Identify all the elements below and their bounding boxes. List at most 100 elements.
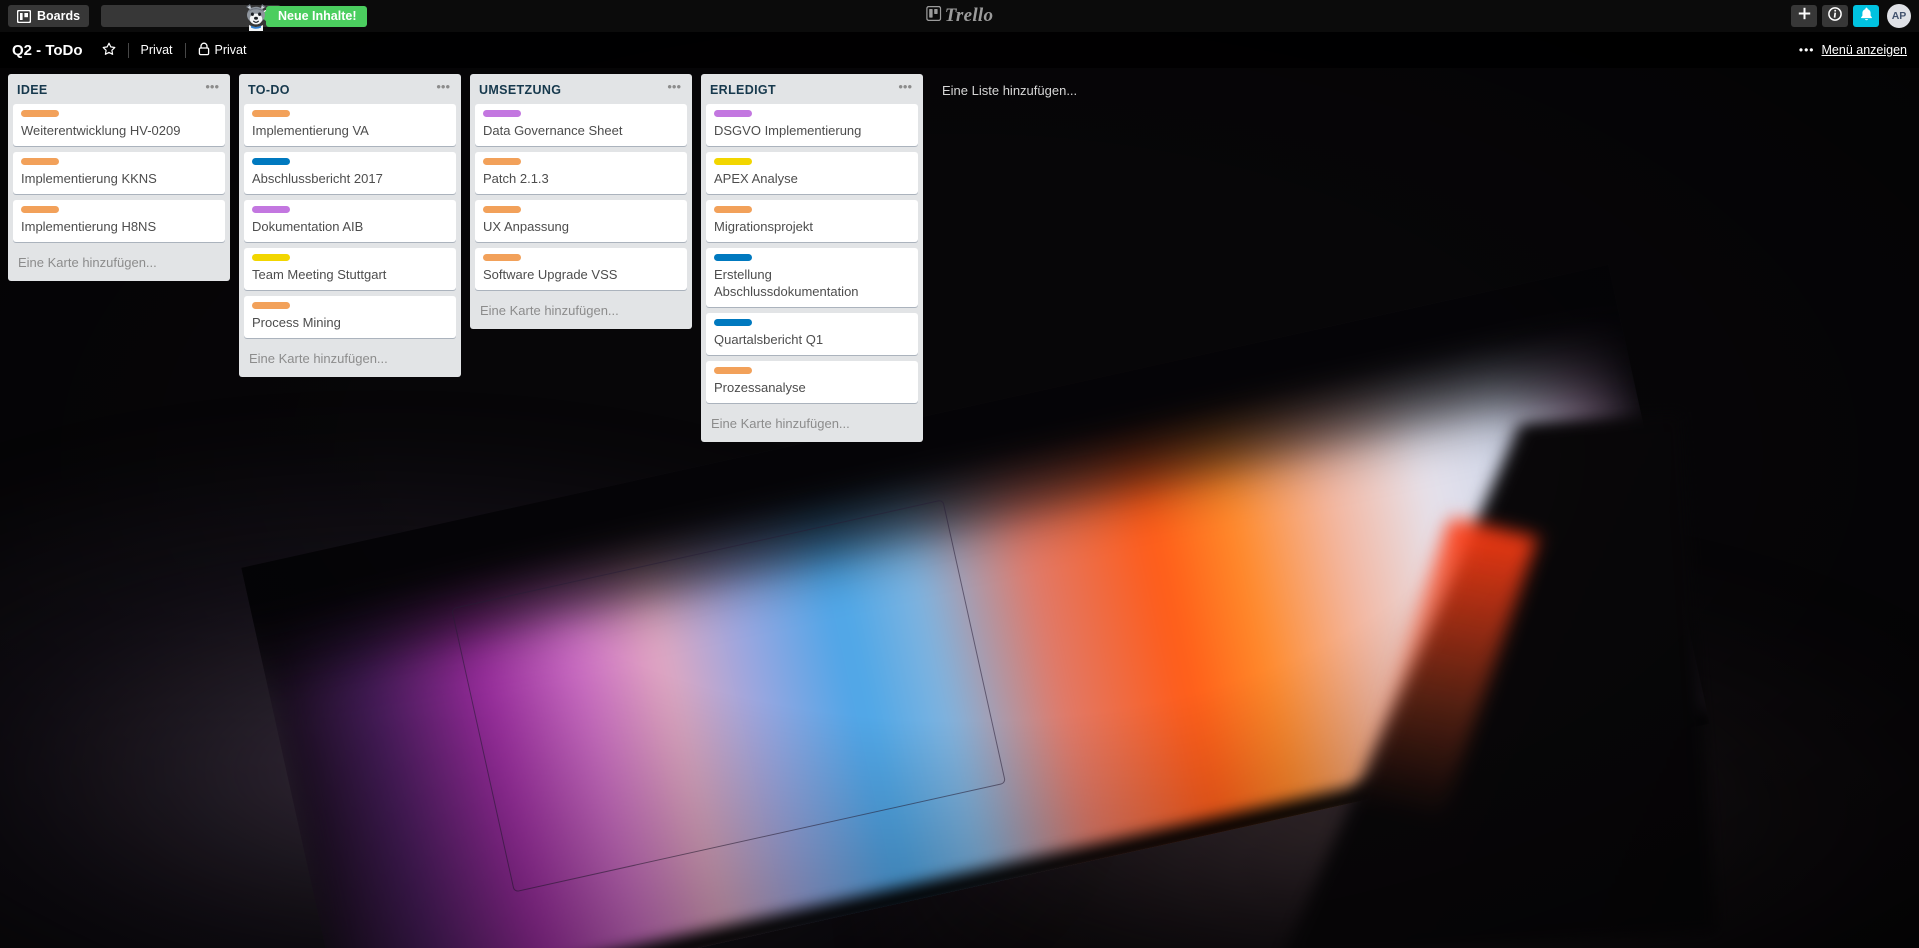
card-title: Weiterentwicklung HV-0209 — [21, 123, 181, 138]
list-menu-icon[interactable]: ••• — [434, 80, 452, 96]
show-menu-link[interactable]: Menü anzeigen — [1822, 43, 1907, 57]
list: UMSETZUNG ••• Data Governance Sheet Patch 2… — [470, 74, 692, 329]
card[interactable]: Implementierung KKNS — [13, 152, 225, 194]
card-label-orange[interactable] — [252, 110, 290, 117]
avatar[interactable]: AP — [1887, 4, 1911, 28]
list-menu-icon[interactable]: ••• — [665, 80, 683, 96]
card-label-purple[interactable] — [483, 110, 521, 117]
card[interactable]: Abschlussbericht 2017 — [244, 152, 456, 194]
lock-icon — [198, 42, 210, 59]
boards-button-label: Boards — [37, 9, 81, 23]
card-title: Implementierung H8NS — [21, 219, 157, 234]
card[interactable]: Weiterentwicklung HV-0209 — [13, 104, 225, 146]
board-title[interactable]: Q2 - ToDo — [12, 42, 83, 59]
board-grid-icon — [16, 9, 32, 23]
list-cards: DSGVO Implementierung APEX Analyse Migrati… — [701, 104, 923, 403]
boards-button[interactable]: Boards — [8, 5, 90, 27]
trello-logo[interactable]: Trello — [925, 0, 994, 32]
card-label-yellow[interactable] — [252, 254, 290, 261]
add-card-button[interactable]: Eine Karte hinzufügen... — [8, 248, 230, 279]
card-label-orange[interactable] — [21, 206, 59, 213]
card-label-purple[interactable] — [252, 206, 290, 213]
list-title[interactable]: UMSETZUNG — [479, 83, 561, 97]
card-label-orange[interactable] — [252, 302, 290, 309]
list-menu-icon[interactable]: ••• — [203, 80, 221, 96]
card[interactable]: Patch 2.1.3 — [475, 152, 687, 194]
card[interactable]: Software Upgrade VSS — [475, 248, 687, 290]
card[interactable]: Prozessanalyse — [706, 361, 918, 403]
card[interactable]: UX Anpassung — [475, 200, 687, 242]
card-label-orange[interactable] — [483, 158, 521, 165]
board-lists-canvas: IDEE ••• Weiterentwicklung HV-0209 Implemen… — [0, 68, 1919, 448]
board-header-actions: ••• Menü anzeigen — [1799, 43, 1907, 57]
star-board-button[interactable] — [95, 39, 123, 62]
trello-logo-mark — [925, 5, 941, 26]
info-button[interactable] — [1822, 5, 1848, 27]
card-label-orange[interactable] — [483, 254, 521, 261]
star-icon — [102, 42, 116, 59]
card[interactable]: Team Meeting Stuttgart — [244, 248, 456, 290]
card-label-orange[interactable] — [483, 206, 521, 213]
list-title[interactable]: IDEE — [17, 83, 48, 97]
card-title: Dokumentation AIB — [252, 219, 364, 234]
card[interactable]: Implementierung H8NS — [13, 200, 225, 242]
list-title[interactable]: TO-DO — [248, 83, 290, 97]
team-visibility-label: Privat — [140, 43, 173, 57]
card-title: Abschlussbericht 2017 — [252, 171, 383, 186]
card-title: Patch 2.1.3 — [483, 171, 549, 186]
card-label-orange[interactable] — [714, 367, 752, 374]
card[interactable]: Process Mining — [244, 296, 456, 338]
card-label-blue[interactable] — [714, 319, 752, 326]
card-title: Quartalsbericht Q1 — [714, 332, 824, 347]
card-label-orange[interactable] — [21, 110, 59, 117]
add-card-button[interactable]: Eine Karte hinzufügen... — [239, 344, 461, 375]
card-label-orange[interactable] — [714, 206, 752, 213]
card[interactable]: Dokumentation AIB — [244, 200, 456, 242]
card[interactable]: Erstellung Abschlussdokumentation — [706, 248, 918, 307]
board-visibility-button[interactable]: Privat — [191, 39, 254, 62]
card-title: Implementierung KKNS — [21, 171, 157, 186]
card-title: UX Anpassung — [483, 219, 570, 234]
promo-badge-label[interactable]: Neue Inhalte! — [266, 5, 367, 27]
add-list-button[interactable]: Eine Liste hinzufügen... — [932, 74, 1087, 107]
list-header: IDEE ••• — [8, 74, 230, 104]
card-title: Software Upgrade VSS — [483, 267, 618, 282]
board-menu-dots-icon[interactable]: ••• — [1799, 43, 1815, 57]
add-card-button[interactable]: Eine Karte hinzufügen... — [701, 409, 923, 440]
card[interactable]: Data Governance Sheet — [475, 104, 687, 146]
list: TO-DO ••• Implementierung VA Abschlussberic… — [239, 74, 461, 377]
header-divider-2 — [184, 42, 186, 58]
card-label-blue[interactable] — [714, 254, 752, 261]
card[interactable]: Implementierung VA — [244, 104, 456, 146]
card-label-blue[interactable] — [252, 158, 290, 165]
add-card-button[interactable]: Eine Karte hinzufügen... — [470, 296, 692, 327]
card-title: Process Mining — [252, 315, 341, 330]
card[interactable]: DSGVO Implementierung — [706, 104, 918, 146]
add-button[interactable] — [1791, 5, 1817, 27]
list-header: UMSETZUNG ••• — [470, 74, 692, 104]
team-visibility-button[interactable]: Privat — [134, 40, 180, 60]
bell-icon — [1860, 7, 1873, 26]
card-title: Prozessanalyse — [714, 380, 806, 395]
card[interactable]: Quartalsbericht Q1 — [706, 313, 918, 355]
card-title: DSGVO Implementierung — [714, 123, 862, 138]
list-title[interactable]: ERLEDIGT — [710, 83, 776, 97]
promo-notification[interactable]: Neue Inhalte! — [241, 0, 367, 32]
board-visibility-label: Privat — [214, 43, 247, 57]
list-cards: Data Governance Sheet Patch 2.1.3 UX Anpas… — [470, 104, 692, 290]
card-label-purple[interactable] — [714, 110, 752, 117]
card-title: APEX Analyse — [714, 171, 798, 186]
trello-board-page: Boards Neue Inhalte! Trello AP Q2 - ToDo… — [0, 0, 1919, 948]
card[interactable]: APEX Analyse — [706, 152, 918, 194]
board-header: Q2 - ToDo Privat Privat ••• Menü anzeige… — [0, 32, 1919, 68]
card-title: Data Governance Sheet — [483, 123, 623, 138]
list: ERLEDIGT ••• DSGVO Implementierung APEX Ana… — [701, 74, 923, 442]
card-title: Implementierung VA — [252, 123, 369, 138]
top-bar-actions: AP — [1791, 4, 1911, 28]
list-menu-icon[interactable]: ••• — [896, 80, 914, 96]
card-label-yellow[interactable] — [714, 158, 752, 165]
notifications-button[interactable] — [1853, 5, 1879, 27]
card-label-orange[interactable] — [21, 158, 59, 165]
info-icon — [1828, 6, 1842, 26]
card[interactable]: Migrationsprojekt — [706, 200, 918, 242]
